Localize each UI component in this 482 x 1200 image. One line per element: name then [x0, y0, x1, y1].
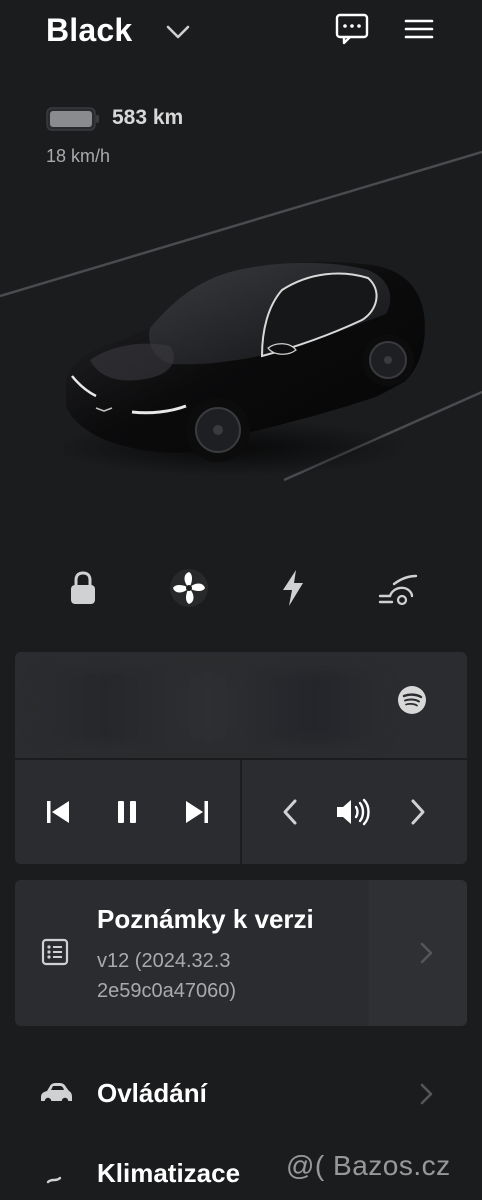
menu-item-label: Klimatizace [97, 1158, 241, 1188]
chevron-down-icon[interactable] [164, 18, 192, 46]
version-line: 2e59c0a47060) [97, 980, 237, 1002]
previous-track-button[interactable] [38, 792, 78, 832]
car-image[interactable] [0, 150, 482, 520]
chevron-right-icon [420, 942, 433, 964]
next-track-button[interactable] [177, 792, 217, 832]
release-notes-card[interactable]: Poznámky k verzi v12 (2024.32.3 2e59c0a4… [15, 880, 467, 1026]
spotify-icon [398, 686, 426, 714]
climate-icon [46, 1176, 62, 1184]
volume-up-button[interactable] [398, 792, 438, 832]
chevron-left-icon [283, 799, 297, 825]
trunk-button[interactable] [376, 566, 420, 610]
vehicle-name[interactable]: Black [46, 12, 132, 49]
chevron-right-icon [411, 799, 425, 825]
trunk-icon [378, 574, 418, 606]
skip-next-icon [186, 801, 208, 823]
divider [240, 760, 242, 864]
menu-item-label: Ovládání [97, 1078, 207, 1108]
watermark: @( Bazos.cz [286, 1150, 451, 1181]
lock-icon [71, 571, 95, 604]
version-line: v12 (2024.32.3 [97, 950, 231, 972]
media-player-card [15, 652, 467, 864]
quick-actions [0, 560, 482, 620]
lock-button[interactable] [61, 566, 105, 610]
volume-button[interactable] [333, 792, 373, 832]
message-icon[interactable] [334, 12, 370, 46]
software-version: v12 (2024.32.3 2e59c0a47060) [97, 946, 377, 1006]
range-value: 583 km [112, 106, 184, 129]
car-icon [41, 1083, 72, 1105]
menu-item-controls[interactable]: Ovládání [0, 1064, 482, 1124]
header: Black [0, 0, 482, 70]
volume-down-button[interactable] [270, 792, 310, 832]
hamburger-menu-icon[interactable] [402, 14, 436, 44]
fan-icon [170, 569, 208, 607]
chevron-right-icon [420, 1083, 433, 1105]
battery-icon [46, 107, 99, 131]
release-notes-title: Poznámky k verzi [97, 904, 314, 934]
now-playing[interactable] [15, 652, 467, 758]
climate-fan-button[interactable] [167, 566, 211, 610]
app-screen: Black 583 km 18 km/h Poznámky k verzi v1… [0, 0, 482, 1200]
track-info-blurred [35, 672, 385, 742]
volume-icon [337, 798, 370, 826]
charge-button[interactable] [271, 566, 315, 610]
pause-button[interactable] [107, 792, 147, 832]
release-notes-icon [41, 938, 69, 966]
charge-icon [283, 570, 303, 606]
skip-previous-icon [47, 801, 69, 823]
pause-icon [118, 801, 136, 823]
